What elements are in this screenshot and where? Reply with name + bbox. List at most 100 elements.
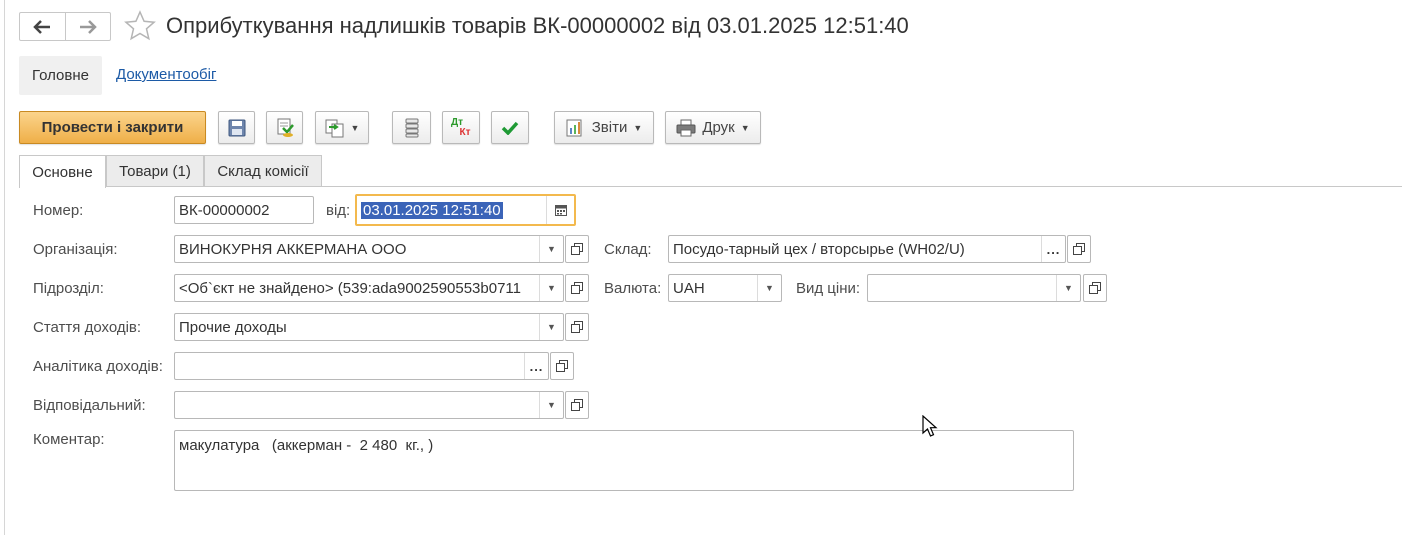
open-form-icon [571, 399, 583, 411]
income-item-label: Стаття доходів: [33, 319, 142, 336]
post-button[interactable] [266, 111, 303, 144]
currency-dropdown-button[interactable]: ▼ [757, 275, 781, 301]
warehouse-open-button[interactable] [1067, 235, 1091, 263]
dt-label: Дт [450, 116, 464, 128]
tab-commission[interactable]: Склад комісії [204, 155, 322, 187]
warehouse-value: Посудо-тарный цех / вторсырье (WH02/U) [673, 240, 965, 258]
open-form-icon [1073, 243, 1085, 255]
chevron-down-icon: ▼ [547, 322, 556, 332]
post-document-icon [277, 118, 294, 137]
income-item-field[interactable]: Прочие доходы ▼ [174, 313, 564, 341]
price-type-open-button[interactable] [1083, 274, 1107, 302]
check-button[interactable] [491, 111, 529, 144]
open-form-icon [556, 360, 568, 372]
date-field[interactable]: 03.01.2025 12:51:40 [355, 194, 576, 226]
price-type-dropdown-button[interactable]: ▼ [1056, 275, 1080, 301]
print-button[interactable]: Друк ▼ [665, 111, 761, 144]
open-form-icon [571, 282, 583, 294]
comment-textarea[interactable]: макулатура (аккерман - 2 480 кг., ) [174, 430, 1074, 491]
income-analytics-open-button[interactable] [550, 352, 574, 380]
chevron-down-icon: ▼ [633, 122, 643, 133]
create-based-on-button[interactable]: ▼ [315, 111, 369, 144]
organization-dropdown-button[interactable]: ▼ [539, 236, 563, 262]
print-label: Друк [702, 119, 735, 136]
department-dropdown-button[interactable]: ▼ [539, 275, 563, 301]
mouse-cursor-icon [922, 415, 938, 437]
number-field[interactable]: ВК-00000002 [174, 196, 314, 224]
comment-label: Коментар: [33, 431, 105, 448]
income-item-open-button[interactable] [565, 313, 589, 341]
list-button[interactable] [392, 111, 431, 144]
create-based-on-icon [325, 119, 344, 137]
reports-label: Звіти [591, 119, 628, 136]
calendar-button[interactable] [546, 196, 574, 224]
arrow-right-icon [79, 19, 97, 34]
section-tab-main[interactable]: Головне [19, 56, 102, 95]
post-and-close-button[interactable]: Провести і закрити [19, 111, 206, 144]
kt-label: Кт [459, 126, 471, 138]
currency-field[interactable]: UAH ▼ [668, 274, 782, 302]
date-label: від: [326, 202, 351, 219]
currency-value: UAH [673, 279, 705, 297]
calendar-icon [554, 205, 567, 216]
save-button[interactable] [218, 111, 255, 144]
dt-kt-button[interactable]: Дт Кт [442, 111, 480, 144]
price-type-field[interactable]: ▼ [867, 274, 1081, 302]
tab-divider [19, 186, 1402, 187]
currency-label: Валюта: [604, 280, 662, 297]
printer-icon [676, 119, 696, 136]
organization-label: Організація: [33, 241, 118, 258]
date-value-wrap: 03.01.2025 12:51:40 [357, 196, 546, 224]
chevron-down-icon: ▼ [350, 122, 360, 133]
forward-button[interactable] [64, 13, 111, 40]
responsible-dropdown-button[interactable]: ▼ [539, 392, 563, 418]
income-analytics-value [175, 353, 524, 379]
warehouse-field[interactable]: Посудо-тарный цех / вторсырье (WH02/U) .… [668, 235, 1066, 263]
tab-main[interactable]: Основне [19, 155, 106, 188]
reports-button[interactable]: Звіти ▼ [554, 111, 654, 144]
save-icon [228, 119, 245, 136]
chevron-down-icon: ▼ [740, 122, 750, 133]
department-field[interactable]: <Об`єкт не знайдено> (539:ada9002590553b… [174, 274, 564, 302]
responsible-value [175, 392, 539, 418]
organization-open-button[interactable] [565, 235, 589, 263]
chevron-down-icon: ▼ [547, 400, 556, 410]
section-link-docflow[interactable]: Документообіг [116, 66, 216, 83]
organization-field[interactable]: ВИНОКУРНЯ АККЕРМАНА ООО ▼ [174, 235, 564, 263]
chevron-down-icon: ▼ [1064, 283, 1073, 293]
list-stack-icon [405, 118, 418, 137]
arrow-left-icon [33, 19, 51, 34]
tab-goods[interactable]: Товари (1) [106, 155, 204, 187]
page-title: Оприбуткування надлишків товарів ВК-0000… [166, 13, 909, 38]
warehouse-label: Склад: [604, 241, 652, 258]
department-value: <Об`єкт не знайдено> (539:ada9002590553b… [179, 279, 521, 297]
responsible-label: Відповідальний: [33, 397, 146, 414]
income-analytics-label: Аналітика доходів: [33, 358, 163, 375]
income-analytics-field[interactable]: ... [174, 352, 549, 380]
responsible-open-button[interactable] [565, 391, 589, 419]
department-label: Підрозділ: [33, 280, 104, 297]
open-form-icon [1089, 282, 1101, 294]
income-item-dropdown-button[interactable]: ▼ [539, 314, 563, 340]
number-label: Номер: [33, 202, 84, 219]
open-form-icon [571, 243, 583, 255]
warehouse-select-button[interactable]: ... [1041, 236, 1065, 262]
favorite-star-icon[interactable] [124, 10, 156, 42]
number-value: ВК-00000002 [179, 201, 270, 219]
income-item-value: Прочие доходы [179, 318, 287, 336]
income-analytics-select-button[interactable]: ... [524, 353, 548, 379]
reports-chart-icon [566, 119, 582, 136]
date-value: 03.01.2025 12:51:40 [361, 201, 503, 219]
responsible-field[interactable]: ▼ [174, 391, 564, 419]
price-type-value [868, 275, 1056, 301]
chevron-down-icon: ▼ [547, 244, 556, 254]
price-type-label: Вид ціни: [796, 280, 861, 297]
open-form-icon [571, 321, 583, 333]
organization-value: ВИНОКУРНЯ АККЕРМАНА ООО [179, 240, 407, 258]
department-open-button[interactable] [565, 274, 589, 302]
window-left-border [4, 0, 5, 535]
checkmark-icon [501, 121, 519, 135]
back-button[interactable] [20, 13, 65, 40]
chevron-down-icon: ▼ [765, 283, 774, 293]
chevron-down-icon: ▼ [547, 283, 556, 293]
